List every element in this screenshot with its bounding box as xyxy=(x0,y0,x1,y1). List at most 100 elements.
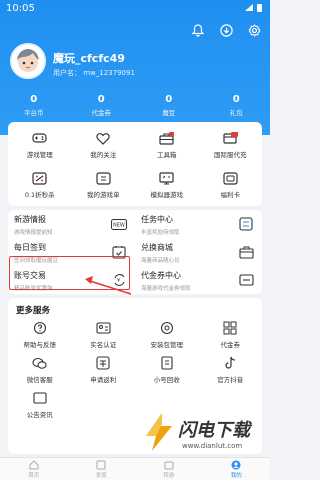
stat-label: 礼包 xyxy=(229,109,243,117)
nav-label: 转游 xyxy=(163,473,175,479)
tool-label: 我的游戏单 xyxy=(87,191,120,199)
download-icon[interactable] xyxy=(218,22,234,38)
status-time: 10:05 xyxy=(6,3,35,14)
tool-toolbox[interactable]: 工具箱 xyxy=(135,122,199,162)
nav-label: 我的 xyxy=(230,473,242,479)
bottom-nav: 首页 发现 转游 我的 xyxy=(0,457,270,480)
mall-icon xyxy=(238,244,254,260)
username: 魔玩_cfcfc49 xyxy=(53,52,125,65)
stat-label: 平台币 xyxy=(24,109,44,117)
watermark-url: www.dianlut.com xyxy=(182,442,243,450)
status-icons xyxy=(245,4,262,12)
watermark: 闪电下载 www.dianlut.com xyxy=(142,410,266,458)
more-voucher[interactable]: 代金券 xyxy=(199,318,263,353)
recharge-icon xyxy=(222,130,238,146)
account-trade-highlight xyxy=(9,256,130,290)
more-label: 官方抖音 xyxy=(217,376,244,384)
stat-value: 0 xyxy=(232,94,240,105)
more-rebate[interactable]: 申请返利 xyxy=(72,353,136,388)
more-label: 公告资讯 xyxy=(26,411,53,419)
nav-mine[interactable]: 我的 xyxy=(203,458,271,480)
tool-label: 国际服代充 xyxy=(214,151,247,159)
nav-label: 发现 xyxy=(95,473,107,479)
nav-transfer[interactable]: 转游 xyxy=(135,458,203,480)
lightning-logo-icon xyxy=(146,413,172,451)
transfer-icon xyxy=(164,460,174,470)
nav-home[interactable]: 首页 xyxy=(0,458,68,480)
tool-label: 模拟器游戏 xyxy=(150,191,184,199)
tool-label: 0.1折秒杀 xyxy=(24,191,55,199)
more-wechat-service[interactable]: 微信客服 xyxy=(8,353,72,388)
heart-icon xyxy=(95,130,111,146)
service-new-game-news[interactable]: 新游情报 游戏情报提前知 NEW xyxy=(8,210,135,238)
more-label: 实名认证 xyxy=(90,341,117,349)
tool-intl-recharge[interactable]: 国际服代充 xyxy=(199,122,263,162)
announcement-icon xyxy=(32,390,48,406)
more-label: 小号回收 xyxy=(153,376,180,384)
new-badge-icon: NEW xyxy=(111,216,127,232)
tool-emulator[interactable]: 模拟器游戏 xyxy=(135,162,199,202)
nav-discover[interactable]: 发现 xyxy=(68,458,136,480)
more-real-name[interactable]: 实名认证 xyxy=(72,318,136,353)
package-icon xyxy=(159,320,175,336)
gamepad-icon xyxy=(32,130,48,146)
more-help-feedback[interactable]: 帮助与反馈 xyxy=(8,318,72,353)
chat-icon xyxy=(32,355,48,371)
help-icon xyxy=(32,320,48,336)
more-label: 申请返利 xyxy=(90,376,117,384)
recycle-icon xyxy=(159,355,175,371)
tool-label: 游戏管理 xyxy=(26,151,53,159)
tools-card: 游戏管理 我的关注 工具箱 国际服代充 0.1折秒杀 我的游戏单 模拟器游戏 福… xyxy=(8,122,262,206)
stat-value: 0 xyxy=(30,94,38,105)
more-services-title: 更多服务 xyxy=(16,306,51,316)
stat-gift[interactable]: 0 礼包 xyxy=(203,94,271,117)
tool-label: 我的关注 xyxy=(90,151,117,159)
id-card-icon xyxy=(95,320,111,336)
bell-icon[interactable] xyxy=(190,22,206,38)
stat-label: 代金券 xyxy=(91,109,112,117)
task-icon xyxy=(238,216,254,232)
tool-label: 福利卡 xyxy=(220,191,241,199)
card-icon xyxy=(222,170,238,186)
tool-my-game-list[interactable]: 我的游戏单 xyxy=(72,162,136,202)
stat-value: 0 xyxy=(97,94,105,105)
tool-welfare-card[interactable]: 福利卡 xyxy=(199,162,263,202)
settings-icon[interactable] xyxy=(246,22,262,38)
profile-icon xyxy=(231,460,241,470)
tool-label: 工具箱 xyxy=(157,151,177,159)
nav-label: 首页 xyxy=(28,473,40,479)
more-alt-recycle[interactable]: 小号回收 xyxy=(135,353,199,388)
home-icon xyxy=(29,460,39,470)
toolbox-icon xyxy=(159,130,175,146)
service-voucher-center[interactable]: 代金券中心 海量游戏代金券领取 xyxy=(135,266,262,294)
more-package-manage[interactable]: 安装包管理 xyxy=(135,318,199,353)
profile-header: 10:05 魔玩_cfcfc49 用户名： mw_12379091 0 平台币 0… xyxy=(0,0,270,135)
more-label: 代金券 xyxy=(220,341,241,349)
rebate-icon xyxy=(95,355,111,371)
tool-my-follow[interactable]: 我的关注 xyxy=(72,122,136,162)
more-announcements[interactable]: 公告资讯 xyxy=(8,388,72,423)
more-douyin[interactable]: 官方抖音 xyxy=(199,353,263,388)
discount-icon xyxy=(32,170,48,186)
stat-label: 魔豆 xyxy=(162,109,176,117)
voucher-grid-icon xyxy=(222,320,238,336)
discover-icon xyxy=(96,460,106,470)
watermark-text: 闪电下载 xyxy=(178,420,250,441)
stat-platform-coin[interactable]: 0 平台币 xyxy=(0,94,68,117)
svg-text:NEW: NEW xyxy=(113,222,125,228)
stat-beans[interactable]: 0 魔豆 xyxy=(135,94,203,117)
more-label: 帮助与反馈 xyxy=(23,341,57,349)
stat-value: 0 xyxy=(165,94,173,105)
douyin-icon xyxy=(222,355,238,371)
more-label: 微信客服 xyxy=(26,376,53,384)
tool-flash-sale[interactable]: 0.1折秒杀 xyxy=(8,162,72,202)
tool-game-manage[interactable]: 游戏管理 xyxy=(8,122,72,162)
user-id: 用户名： mw_12379091 xyxy=(53,69,135,77)
service-task-center[interactable]: 任务中心 丰富奖励待领取 xyxy=(135,210,262,238)
stat-voucher[interactable]: 0 代金券 xyxy=(68,94,136,117)
emulator-icon xyxy=(159,170,175,186)
more-label: 安装包管理 xyxy=(150,341,184,349)
voucher-icon xyxy=(238,272,254,288)
avatar[interactable] xyxy=(10,43,46,79)
service-exchange-mall[interactable]: 兑换商城 海量商品随心兑 xyxy=(135,238,262,266)
